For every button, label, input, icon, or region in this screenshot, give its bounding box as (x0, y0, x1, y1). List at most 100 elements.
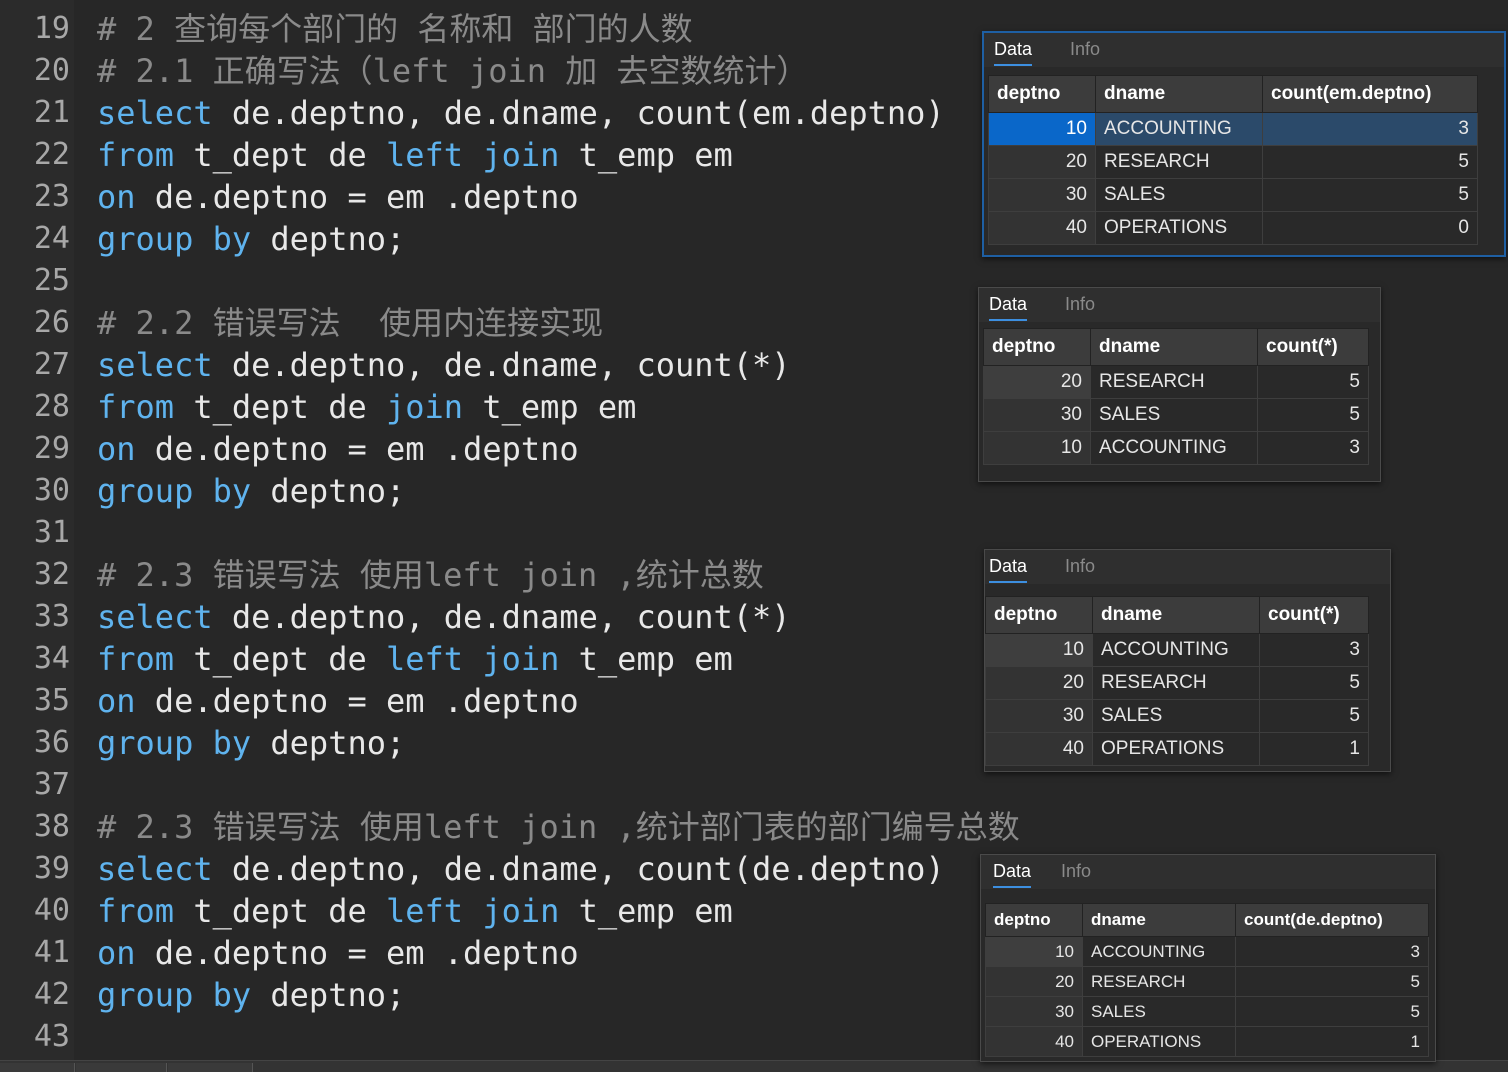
cell-deptno[interactable]: 20 (985, 666, 1093, 700)
cell-deptno[interactable]: 20 (985, 966, 1083, 997)
cell-dname[interactable]: SALES (1090, 398, 1258, 432)
cell-count[interactable]: 3 (1259, 633, 1369, 667)
line-number: 30 (33, 473, 70, 508)
cell-dname[interactable]: OPERATIONS (1095, 211, 1263, 245)
cell-deptno[interactable]: 40 (985, 1026, 1083, 1057)
cell-dname[interactable]: ACCOUNTING (1095, 112, 1263, 146)
cell-dname[interactable]: ACCOUNTING (1082, 936, 1236, 967)
cell-dname[interactable]: RESEARCH (1090, 365, 1258, 399)
column-header-count[interactable]: count(*) (1259, 596, 1369, 634)
column-header-deptno[interactable]: deptno (983, 328, 1091, 366)
cell-deptno[interactable]: 40 (988, 211, 1096, 245)
column-header-deptno[interactable]: deptno (985, 903, 1083, 937)
table-row[interactable]: 10 ACCOUNTING 3 (985, 936, 1429, 967)
cell-dname[interactable]: ACCOUNTING (1092, 633, 1260, 667)
table-row[interactable]: 40 OPERATIONS 0 (988, 211, 1478, 245)
sql-text: de.deptno, de.dname, count(*) (212, 346, 791, 384)
cell-deptno[interactable]: 10 (988, 112, 1096, 146)
tab-info[interactable]: Info (1065, 556, 1095, 581)
cell-dname[interactable]: RESEARCH (1082, 966, 1236, 997)
line-number: 43 (33, 1019, 70, 1054)
column-header-deptno[interactable]: deptno (988, 75, 1096, 113)
code-line[interactable]: 31 (0, 512, 1508, 554)
cell-dname[interactable]: SALES (1092, 699, 1260, 733)
cell-deptno[interactable]: 40 (985, 732, 1093, 766)
table-row[interactable]: 10 ACCOUNTING 3 (988, 112, 1478, 146)
cell-count[interactable]: 3 (1257, 431, 1369, 465)
sql-text: deptno; (251, 724, 406, 762)
tab-info[interactable]: Info (1061, 861, 1091, 886)
cell-count[interactable]: 3 (1235, 936, 1429, 967)
result-panel-3[interactable]: Data Info deptno dname count(*) 10 ACCOUN… (984, 549, 1391, 772)
cell-count[interactable]: 0 (1262, 211, 1478, 245)
column-header-count[interactable]: count(de.deptno) (1235, 903, 1429, 937)
result-panel-2[interactable]: Data Info deptno dname count(*) 20 RESEAR… (978, 287, 1381, 482)
code-line[interactable]: 38 # 2.3 错误写法 使用left join ,统计部门表的部门编号总数 (0, 806, 1508, 848)
result-panel-4[interactable]: Data Info deptno dname count(de.deptno) … (980, 854, 1436, 1062)
cell-deptno[interactable]: 10 (985, 633, 1093, 667)
tab-info[interactable]: Info (1070, 39, 1100, 64)
table-row[interactable]: 40 OPERATIONS 1 (985, 1026, 1429, 1057)
cell-count[interactable]: 5 (1235, 966, 1429, 997)
sql-keyword: group by (97, 724, 252, 762)
cell-dname[interactable]: ACCOUNTING (1090, 431, 1258, 465)
result-grid[interactable]: deptno dname count(em.deptno) 10 ACCOUNTI… (988, 75, 1478, 245)
cell-count[interactable]: 5 (1259, 666, 1369, 700)
table-row[interactable]: 10 ACCOUNTING 3 (985, 633, 1369, 667)
sql-keyword: select (97, 346, 213, 384)
column-header-count[interactable]: count(*) (1257, 328, 1369, 366)
cell-count[interactable]: 5 (1262, 178, 1478, 212)
result-grid[interactable]: deptno dname count(de.deptno) 10 ACCOUNTI… (985, 903, 1429, 1057)
result-grid[interactable]: deptno dname count(*) 10 ACCOUNTING 3 20 RES… (985, 596, 1369, 766)
cell-dname[interactable]: RESEARCH (1092, 666, 1260, 700)
cell-count[interactable]: 5 (1257, 365, 1369, 399)
column-header-dname[interactable]: dname (1090, 328, 1258, 366)
result-grid[interactable]: deptno dname count(*) 20 RESEARCH 5 30 SALES… (983, 328, 1369, 465)
cell-dname[interactable]: SALES (1082, 996, 1236, 1027)
table-row[interactable]: 30 SALES 5 (985, 996, 1429, 1027)
column-header-dname[interactable]: dname (1092, 596, 1260, 634)
cell-deptno[interactable]: 10 (985, 936, 1083, 967)
cell-count[interactable]: 1 (1235, 1026, 1429, 1057)
cell-deptno[interactable]: 10 (983, 431, 1091, 465)
cell-count[interactable]: 1 (1259, 732, 1369, 766)
table-row[interactable]: 20 RESEARCH 5 (985, 666, 1369, 700)
column-header-deptno[interactable]: deptno (985, 596, 1093, 634)
tab-info[interactable]: Info (1065, 294, 1095, 319)
table-row[interactable]: 20 RESEARCH 5 (985, 966, 1429, 997)
table-row[interactable]: 10 ACCOUNTING 3 (983, 431, 1369, 465)
cell-count[interactable]: 5 (1262, 145, 1478, 179)
table-row[interactable]: 30 SALES 5 (983, 398, 1369, 432)
result-panel-1[interactable]: Data Info deptno dname count(em.deptno) … (982, 31, 1506, 257)
tab-data[interactable]: Data (989, 294, 1028, 321)
cell-deptno[interactable]: 30 (985, 699, 1093, 733)
cell-deptno[interactable]: 20 (983, 365, 1091, 399)
table-row[interactable]: 30 SALES 5 (985, 699, 1369, 733)
column-header-dname[interactable]: dname (1095, 75, 1263, 113)
cell-deptno[interactable]: 20 (988, 145, 1096, 179)
tab-data[interactable]: Data (994, 39, 1033, 66)
cell-dname[interactable]: OPERATIONS (1092, 732, 1260, 766)
cell-count[interactable]: 5 (1259, 699, 1369, 733)
table-row[interactable]: 20 RESEARCH 5 (988, 145, 1478, 179)
table-row[interactable]: 30 SALES 5 (988, 178, 1478, 212)
cell-count[interactable]: 3 (1262, 112, 1478, 146)
table-row[interactable]: 40 OPERATIONS 1 (985, 732, 1369, 766)
cell-dname[interactable]: RESEARCH (1095, 145, 1263, 179)
tab-data[interactable]: Data (989, 556, 1028, 583)
table-row[interactable]: 20 RESEARCH 5 (983, 365, 1369, 399)
cell-dname[interactable]: SALES (1095, 178, 1263, 212)
cell-count[interactable]: 5 (1257, 398, 1369, 432)
sql-text: t_dept de (174, 640, 386, 678)
cell-deptno[interactable]: 30 (983, 398, 1091, 432)
cell-deptno[interactable]: 30 (985, 996, 1083, 1027)
tab-data[interactable]: Data (993, 861, 1032, 888)
sql-keyword: group by (97, 472, 252, 510)
sql-comment: # 2.3 错误写法 使用left join ,统计总数 (97, 556, 764, 594)
cell-count[interactable]: 5 (1235, 996, 1429, 1027)
column-header-dname[interactable]: dname (1082, 903, 1236, 937)
cell-deptno[interactable]: 30 (988, 178, 1096, 212)
cell-dname[interactable]: OPERATIONS (1082, 1026, 1236, 1057)
sql-text: de.deptno, de.dname, count(*) (212, 598, 791, 636)
column-header-count[interactable]: count(em.deptno) (1262, 75, 1478, 113)
